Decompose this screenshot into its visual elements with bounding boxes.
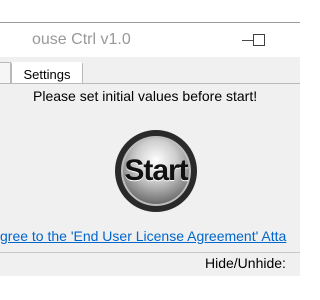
tab-settings[interactable]: Settings	[11, 62, 83, 84]
eula-link[interactable]: gree to the 'End User License Agreement'…	[0, 228, 286, 244]
maximize-button[interactable]	[236, 23, 282, 57]
start-button[interactable]: Start	[115, 130, 197, 212]
maximize-icon	[253, 34, 265, 46]
title-bar: ouse Ctrl v1.0	[0, 23, 300, 57]
bottom-bar: Hide/Unhide:	[0, 252, 300, 276]
screen: ouse Ctrl v1.0 Settings Please set initi…	[0, 0, 300, 300]
app-window: ouse Ctrl v1.0 Settings Please set initi…	[0, 22, 300, 276]
tab-main[interactable]	[0, 62, 11, 84]
start-button-label: Start	[124, 154, 188, 187]
window-title: ouse Ctrl v1.0	[32, 31, 131, 48]
instruction-text: Please set initial values before start!	[33, 88, 258, 104]
hide-unhide-label: Hide/Unhide:	[205, 255, 286, 271]
tab-page: Please set initial values before start! …	[0, 83, 300, 276]
tab-strip: Settings	[0, 57, 300, 84]
